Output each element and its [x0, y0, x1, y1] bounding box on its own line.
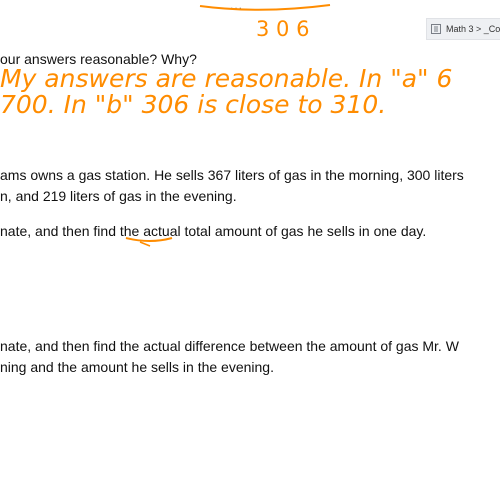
- problem-text-line1: ams owns a gas station. He sells 367 lit…: [0, 167, 464, 183]
- onenote-icon: [431, 24, 441, 34]
- ink-underline-tail: [139, 241, 151, 247]
- whiteboard-page: ... Math 3 > _Co 3 0 6 our answers reaso…: [0, 0, 500, 500]
- handwritten-top-number: 3 0 6: [256, 17, 310, 41]
- handwritten-answer-line1: My answers are reasonable. In "a" 6: [0, 64, 453, 93]
- problem-text-line2: n, and 219 liters of gas in the evening.: [0, 188, 237, 204]
- notebook-tab-label: Math 3 > _Co: [446, 24, 500, 34]
- notebook-tab[interactable]: Math 3 > _Co: [426, 18, 500, 40]
- more-options-dots[interactable]: ...: [230, 0, 243, 11]
- part-b-text-line1: nate, and then find the actual differenc…: [0, 338, 459, 354]
- handwritten-answer-line2: 700. In "b" 306 is close to 310.: [0, 90, 387, 119]
- ink-top-swoosh: [199, 4, 331, 11]
- part-b-text-line2: ning and the amount he sells in the even…: [0, 359, 274, 375]
- part-a-text: nate, and then find the actual total amo…: [0, 223, 427, 239]
